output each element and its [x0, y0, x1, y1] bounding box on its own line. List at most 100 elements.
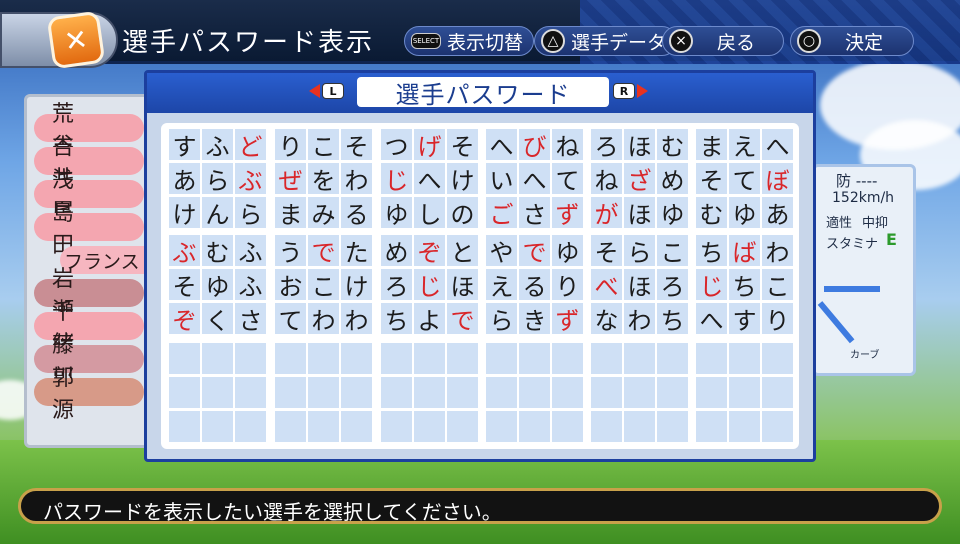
password-char: そ	[341, 129, 372, 161]
password-empty-cell	[486, 377, 517, 408]
password-char: え	[729, 129, 760, 161]
password-char: び	[519, 129, 550, 161]
password-char: む	[657, 129, 688, 161]
password-char: り	[275, 129, 306, 161]
r-button-icon: R	[613, 83, 635, 99]
password-char: す	[169, 129, 200, 161]
password-char: で	[447, 303, 478, 335]
circle-button-icon: ○	[797, 29, 821, 53]
password-char: む	[696, 197, 727, 229]
password-empty-cell	[275, 411, 306, 442]
password-empty-cell	[729, 411, 760, 442]
password-char: ず	[552, 197, 583, 229]
password-empty-cell	[486, 411, 517, 442]
toggle-display-hint[interactable]: SELECT 表示切替	[404, 26, 535, 56]
stamina-label: スタミナ	[826, 237, 879, 252]
password-empty-cell	[235, 343, 266, 374]
password-char: ら	[235, 197, 266, 229]
password-empty-cell	[414, 343, 445, 374]
password-char: る	[341, 197, 372, 229]
password-char: つ	[381, 129, 412, 161]
password-empty-cell	[414, 411, 445, 442]
password-char: わ	[341, 163, 372, 195]
password-empty-cell	[762, 343, 793, 374]
password-char: ぶ	[169, 235, 200, 267]
password-empty-cell	[308, 343, 339, 374]
player-list-item[interactable]: 郭 源	[34, 366, 144, 423]
next-page-nav[interactable]: R	[613, 83, 648, 99]
password-char: ろ	[591, 129, 622, 161]
password-char: け	[169, 197, 200, 229]
password-empty-cell	[381, 343, 412, 374]
arrow-left-icon	[309, 84, 320, 98]
password-empty-cell	[308, 377, 339, 408]
password-char: て	[275, 303, 306, 335]
password-char: お	[275, 269, 306, 301]
password-char: げ	[414, 129, 445, 161]
player-data-hint[interactable]: △ 選手データ	[534, 26, 678, 56]
password-char: わ	[624, 303, 655, 335]
password-char: ゆ	[202, 269, 233, 301]
password-char: す	[729, 303, 760, 335]
password-char: じ	[381, 163, 412, 195]
password-empty-cell	[486, 343, 517, 374]
password-char: な	[591, 303, 622, 335]
select-button-icon: SELECT	[411, 33, 441, 49]
password-char: ゆ	[657, 197, 688, 229]
toggle-display-label: 表示切替	[447, 31, 524, 54]
password-empty-cell	[519, 411, 550, 442]
password-char: と	[447, 235, 478, 267]
password-char: ち	[729, 269, 760, 301]
password-char: あ	[169, 163, 200, 195]
password-char: ね	[591, 163, 622, 195]
password-char: そ	[696, 163, 727, 195]
password-char: む	[202, 235, 233, 267]
password-empty-cell	[235, 377, 266, 408]
password-char: ふ	[235, 269, 266, 301]
player-data-label: 選手データ	[571, 31, 667, 54]
arrow-right-icon	[637, 84, 648, 98]
password-char: し	[414, 197, 445, 229]
back-label: 戻る	[717, 31, 756, 54]
confirm-hint[interactable]: ○ 決定	[790, 26, 914, 56]
password-char: い	[486, 163, 517, 195]
password-char: ま	[696, 129, 727, 161]
aptitude-value: 中抑	[862, 216, 889, 231]
password-char: で	[308, 235, 339, 267]
password-char: じ	[414, 269, 445, 301]
password-char: わ	[762, 235, 793, 267]
triangle-button-icon: △	[541, 29, 565, 53]
password-char: き	[519, 303, 550, 335]
password-char: そ	[447, 129, 478, 161]
password-char: じ	[696, 269, 727, 301]
password-char: わ	[341, 303, 372, 335]
password-char: を	[308, 163, 339, 195]
password-char: ら	[202, 163, 233, 195]
pitch-break-bar	[824, 286, 880, 292]
password-char: る	[519, 269, 550, 301]
prev-page-nav[interactable]: L	[309, 83, 344, 99]
password-empty-cell	[447, 411, 478, 442]
password-char: ほ	[447, 269, 478, 301]
password-char: ず	[552, 303, 583, 335]
password-empty-cell	[381, 411, 412, 442]
password-char: け	[447, 163, 478, 195]
password-empty-cell	[341, 343, 372, 374]
password-empty-cell	[341, 377, 372, 408]
password-char: ゆ	[552, 235, 583, 267]
message-bar: パスワードを表示したい選手を選択してください。	[18, 488, 942, 524]
password-empty-cell	[447, 343, 478, 374]
player-list-item[interactable]: 島 田	[34, 201, 144, 258]
password-char: ぞ	[414, 235, 445, 267]
password-empty-cell	[275, 377, 306, 408]
password-char: ゆ	[381, 197, 412, 229]
password-char: ぜ	[275, 163, 306, 195]
back-hint[interactable]: × 戻る	[662, 26, 784, 56]
password-char: く	[202, 303, 233, 335]
aptitude-label: 適性	[826, 216, 853, 231]
pitch-name: カーブ	[850, 350, 880, 361]
password-empty-cell	[591, 343, 622, 374]
confirm-label: 決定	[845, 31, 884, 54]
max-speed: 152km/h	[832, 190, 895, 206]
password-char: て	[729, 163, 760, 195]
